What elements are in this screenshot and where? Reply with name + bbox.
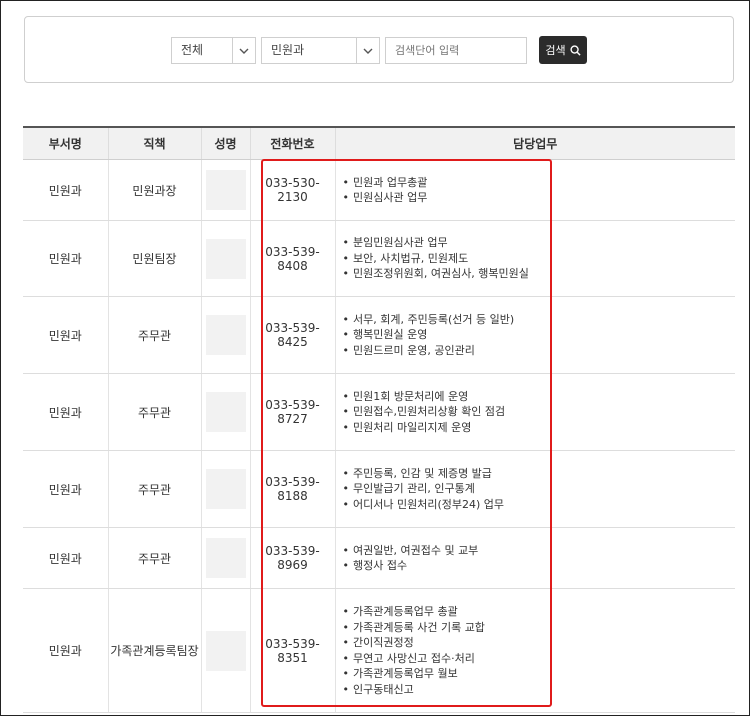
cell-dept: 민원과 [23,220,109,297]
cell-phone: 033-539-8969 [250,527,336,589]
duty-item: 인구동태신고 [343,682,736,698]
name-placeholder [205,238,246,279]
header-dept: 부서명 [23,126,109,160]
cell-duties: 서무, 회계, 주민등록(선거 등 일반)행복민원실 운영민원드르미 운영, 공… [335,296,736,374]
duty-item: 서무, 회계, 주민등록(선거 등 일반) [343,312,736,328]
scope-select-value: 전체 [181,43,204,57]
duty-item: 간이직권정정 [343,635,736,651]
header-position: 직책 [108,126,202,160]
table-row: 민원과민원과장033-530-2130민원과 업무총괄민원심사관 업무 [23,159,736,221]
chevron-down-icon [356,38,379,63]
cell-duties: 분임민원심사관 업무보안, 사치법규, 민원제도민원조정위원회, 여권심사, 행… [335,220,736,297]
cell-dept: 민원과 [23,296,109,374]
cell-position: 주무관 [108,373,202,451]
duty-item: 여권일반, 여권접수 및 교부 [343,543,736,559]
duty-item: 가족관계등록 사건 기록 교합 [343,620,736,636]
duty-item: 민원접수,민원처리상황 확인 점검 [343,404,736,420]
cell-duties: 여권일반, 여권접수 및 교부행정사 접수 [335,527,736,589]
cell-duties: 민원1회 방문처리에 운영민원접수,민원처리상황 확인 점검민원처리 마일리지제… [335,373,736,451]
duty-item: 행복민원실 운영 [343,327,736,343]
duty-item: 주민등록, 인감 및 제증명 발급 [343,466,736,482]
table-row: 민원과주무관033-539-8188주민등록, 인감 및 제증명 발급무인발급기… [23,450,736,528]
header-name: 성명 [201,126,251,160]
cell-position: 민원팀장 [108,220,202,297]
staff-table: 부서명 직책 성명 전화번호 담당업무 민원과민원과장033-530-2130민… [23,126,735,713]
dept-select[interactable]: 민원과 [261,37,380,64]
cell-dept: 민원과 [23,588,109,713]
duty-item: 민원처리 마일리지제 운영 [343,420,736,436]
table-row: 민원과가족관계등록팀장033-539-8351가족관계등록업무 총괄가족관계등록… [23,588,736,713]
duty-item: 분임민원심사관 업무 [343,235,736,251]
name-placeholder [205,538,246,578]
cell-name [201,588,251,713]
cell-name [201,296,251,374]
duty-item: 가족관계등록업무 월보 [343,666,736,682]
cell-phone: 033-539-8188 [250,450,336,528]
duty-item: 무인발급기 관리, 인구통계 [343,481,736,497]
cell-name [201,220,251,297]
duty-item: 행정사 접수 [343,558,736,574]
cell-phone: 033-539-8425 [250,296,336,374]
duty-item: 민원과 업무총괄 [343,175,736,191]
name-placeholder [205,392,246,432]
cell-dept: 민원과 [23,527,109,589]
duty-item: 무연고 사망신고 접수·처리 [343,651,736,667]
duty-item: 민원드르미 운영, 공인관리 [343,343,736,359]
search-button-label: 검색 [545,44,566,57]
cell-phone: 033-539-8727 [250,373,336,451]
duty-item: 보안, 사치법규, 민원제도 [343,251,736,267]
header-phone: 전화번호 [250,126,336,160]
search-button[interactable]: 검색 [539,36,587,64]
page-frame: 전체 민원과 검색 부서명 직책 성명 [0,0,750,716]
search-icon [570,44,581,56]
duty-item: 민원1회 방문처리에 운영 [343,389,736,405]
table-header-row: 부서명 직책 성명 전화번호 담당업무 [23,126,735,160]
duty-item: 가족관계등록업무 총괄 [343,604,736,620]
search-input[interactable] [385,37,527,64]
duty-item: 민원심사관 업무 [343,190,736,206]
dept-select-value: 민원과 [271,43,305,57]
cell-name [201,373,251,451]
cell-position: 가족관계등록팀장 [108,588,202,713]
cell-name [201,527,251,589]
duty-item: 민원조정위원회, 여권심사, 행복민원실 [343,266,736,282]
cell-phone: 033-539-8408 [250,220,336,297]
cell-duties: 주민등록, 인감 및 제증명 발급무인발급기 관리, 인구통계어디서나 민원처리… [335,450,736,528]
cell-phone: 033-539-8351 [250,588,336,713]
name-placeholder [205,630,246,671]
cell-duties: 가족관계등록업무 총괄가족관계등록 사건 기록 교합간이직권정정무연고 사망신고… [335,588,736,713]
cell-dept: 민원과 [23,450,109,528]
cell-name [201,450,251,528]
cell-position: 주무관 [108,296,202,374]
cell-dept: 민원과 [23,159,109,221]
header-duties: 담당업무 [335,126,735,160]
name-placeholder [205,315,246,355]
cell-position: 주무관 [108,450,202,528]
chevron-down-icon [232,38,255,63]
table-row: 민원과주무관033-539-8727민원1회 방문처리에 운영민원접수,민원처리… [23,373,736,451]
table-row: 민원과주무관033-539-8969여권일반, 여권접수 및 교부행정사 접수 [23,527,736,589]
cell-name [201,159,251,221]
name-placeholder [205,170,246,210]
table-row: 민원과주무관033-539-8425서무, 회계, 주민등록(선거 등 일반)행… [23,296,736,374]
cell-phone: 033-530-2130 [250,159,336,221]
cell-position: 민원과장 [108,159,202,221]
scope-select[interactable]: 전체 [171,37,256,64]
cell-position: 주무관 [108,527,202,589]
name-placeholder [205,469,246,509]
search-panel: 전체 민원과 검색 [24,16,734,83]
cell-dept: 민원과 [23,373,109,451]
duty-item: 어디서나 민원처리(정부24) 업무 [343,497,736,513]
table-row: 민원과민원팀장033-539-8408분임민원심사관 업무보안, 사치법규, 민… [23,220,736,297]
cell-duties: 민원과 업무총괄민원심사관 업무 [335,159,736,221]
